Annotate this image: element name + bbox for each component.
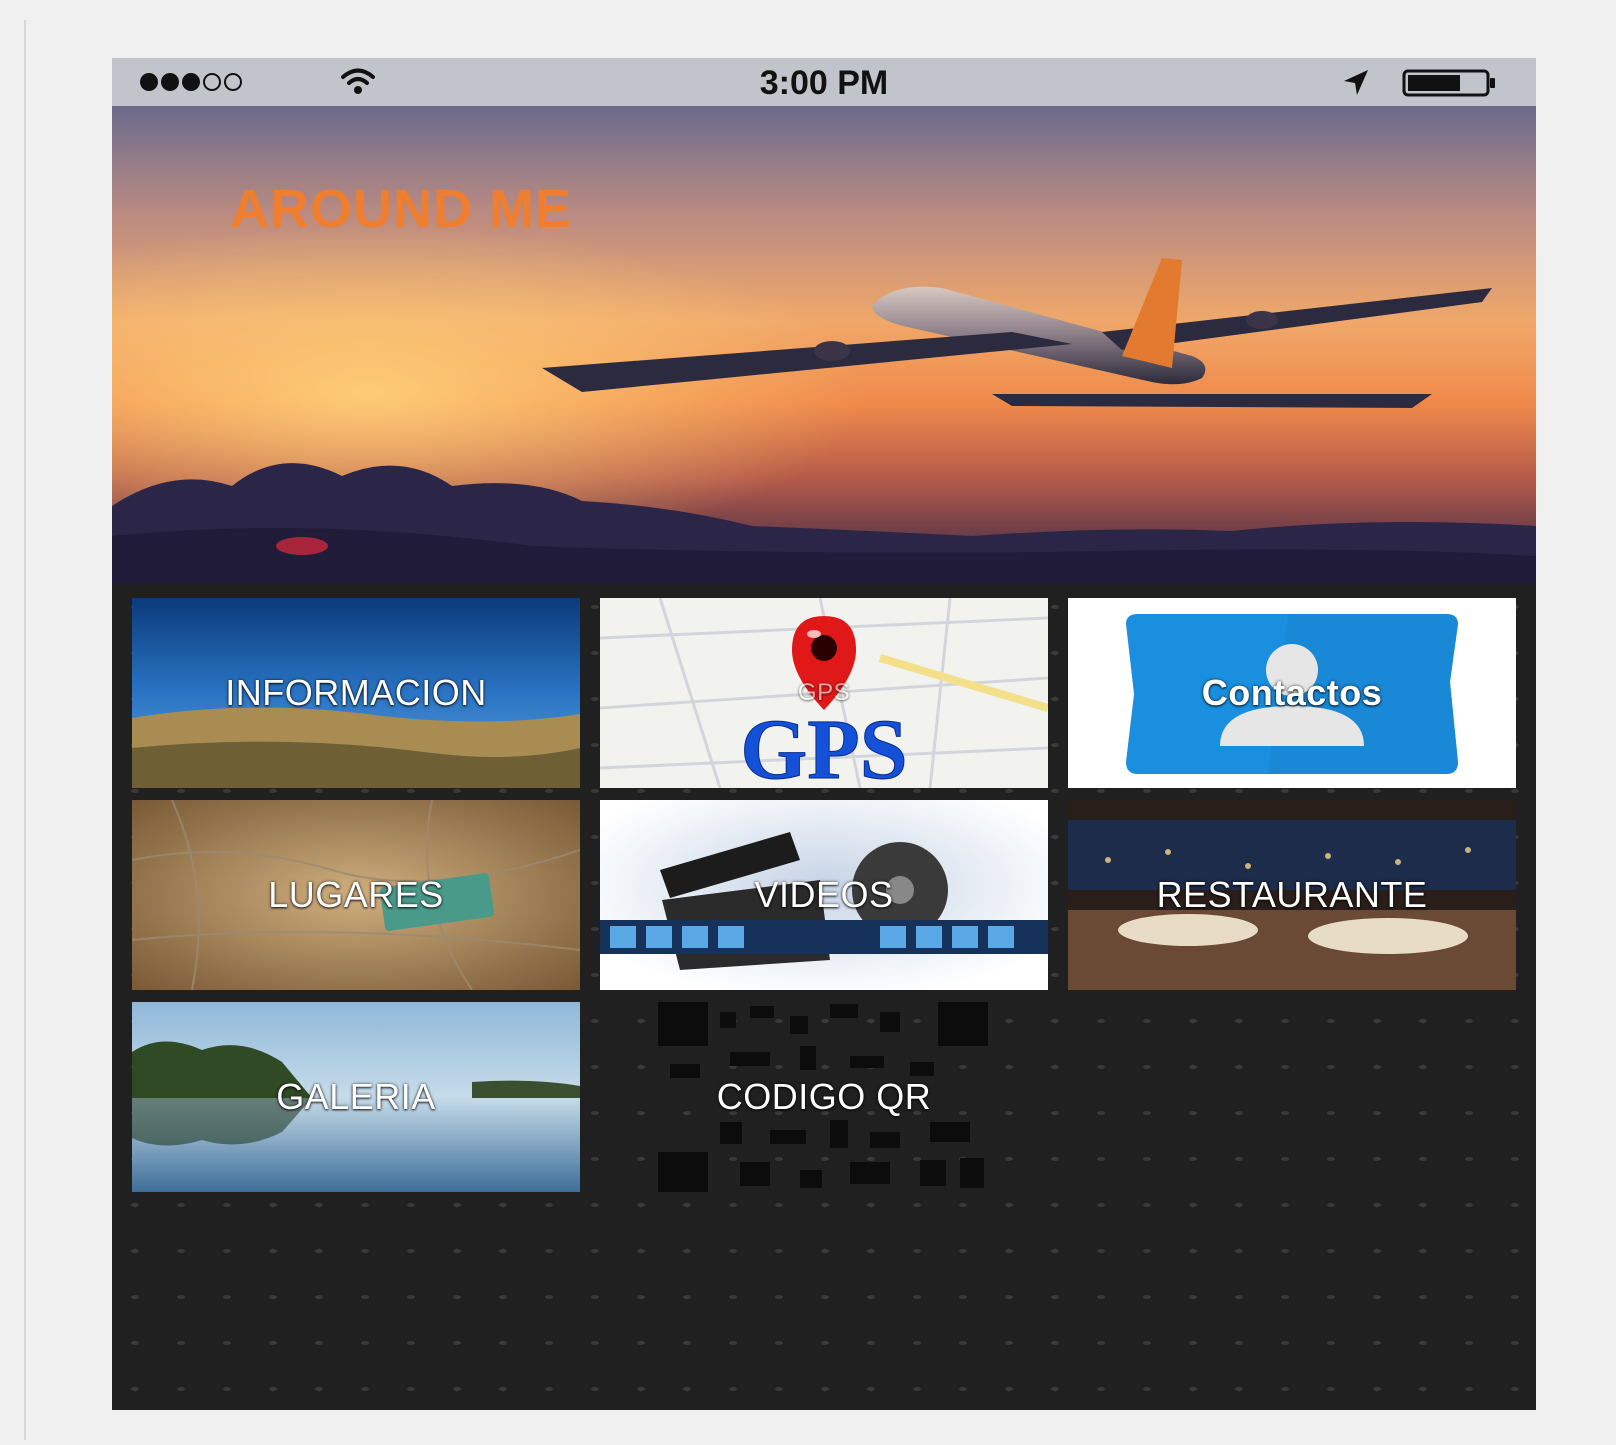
tile-informacion[interactable]: INFORMACION (132, 598, 580, 788)
tile-contactos-label: Contactos (1201, 672, 1383, 713)
phone-screen: 3:00 PM AROUND ME INFORMACION GPS GPS Co… (112, 58, 1536, 1410)
tile-lugares[interactable]: LUGARES (132, 800, 580, 990)
battery-icon (1402, 69, 1495, 97)
hero-banner: AROUND ME (112, 106, 1536, 584)
tile-videos[interactable]: VIDEOS (600, 800, 1048, 990)
tile-contactos[interactable]: Contactos (1068, 598, 1516, 788)
tile-codigo-qr[interactable]: CODIGO QR (600, 1002, 1048, 1192)
status-bar: 3:00 PM (112, 58, 1536, 106)
app-title: AROUND ME (230, 179, 572, 239)
tile-restaurante-label: RESTAURANTE (1156, 874, 1428, 915)
tile-galeria[interactable]: GALERIA (132, 1002, 580, 1192)
tile-informacion-label: INFORMACION (225, 672, 487, 713)
tile-gps[interactable]: GPS GPS (600, 598, 1048, 788)
location-arrow-icon (1344, 70, 1368, 95)
tile-gps-label: GPS (797, 679, 851, 706)
tile-galeria-label: GALERIA (276, 1076, 436, 1117)
tile-videos-label: VIDEOS (754, 874, 894, 915)
tile-codigo-qr-label: CODIGO QR (716, 1076, 932, 1117)
status-time: 3:00 PM (759, 64, 889, 102)
menu-grid: INFORMACION GPS GPS Contactos LUGARES VI… (112, 584, 1536, 1410)
page-divider (24, 20, 26, 1440)
gps-logo-text: GPS (740, 701, 907, 788)
tile-restaurante[interactable]: RESTAURANTE (1068, 800, 1516, 990)
tile-lugares-label: LUGARES (268, 874, 444, 915)
